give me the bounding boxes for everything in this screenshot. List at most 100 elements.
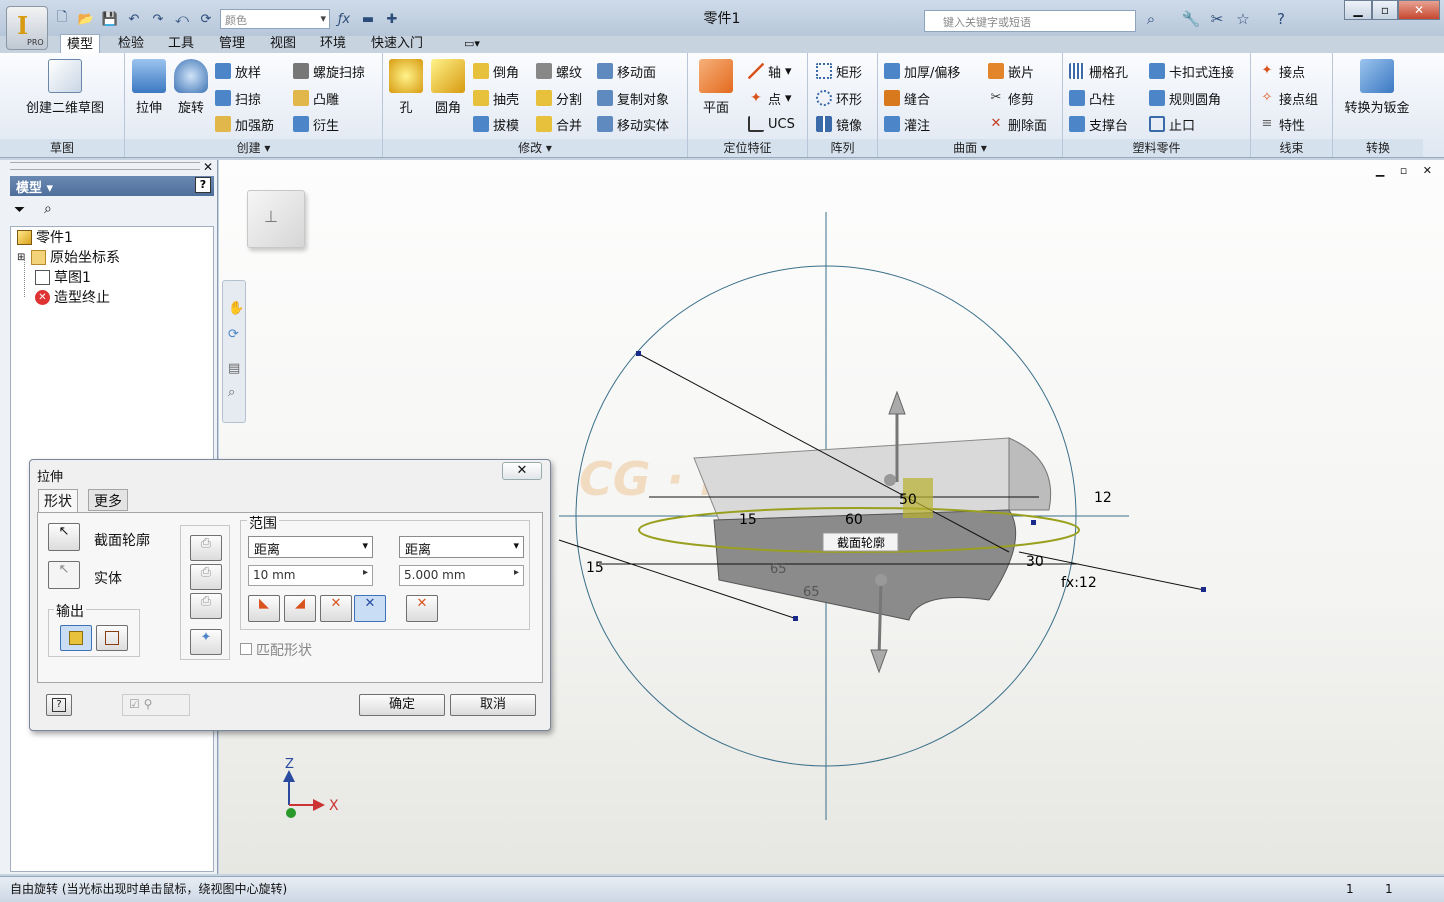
favorites-icon[interactable]: ☆	[1232, 10, 1254, 30]
rest-button[interactable]: 支撑台	[1069, 114, 1128, 134]
plane-button[interactable]: 平面	[694, 59, 738, 116]
ok-button[interactable]: 确定	[359, 694, 445, 716]
find-icon[interactable]: ⌕	[44, 201, 52, 217]
tree-item-end-of-part[interactable]: ✕ 造型终止	[35, 287, 110, 307]
grip-point[interactable]	[1031, 520, 1036, 525]
point-button[interactable]: ✦ 点 ▾	[748, 88, 791, 108]
grip-point[interactable]	[1201, 587, 1206, 592]
patch-button[interactable]: 灌注	[884, 114, 930, 134]
minimize-button[interactable]: ▁	[1344, 0, 1372, 20]
tab-more[interactable]: 更多	[88, 489, 128, 511]
grip-point[interactable]	[793, 616, 798, 621]
help-icon[interactable]: ?	[1270, 10, 1292, 30]
tab-getting-started[interactable]: 快速入门	[365, 34, 429, 54]
ribbon-options-icon[interactable]: ▭▾	[458, 34, 486, 54]
grill-button[interactable]: 栅格孔	[1069, 61, 1128, 81]
distance-input[interactable]: 10 mm	[248, 565, 373, 586]
draft-button[interactable]: 拔模	[473, 114, 519, 134]
extents-type-dropdown[interactable]: 距离	[248, 536, 373, 558]
sweep-button[interactable]: 扫掠	[215, 88, 261, 108]
new-solid-button[interactable]: ✦	[190, 629, 222, 655]
axis-button[interactable]: 轴 ▾	[748, 61, 792, 81]
tree-item-origin[interactable]: ⊞ 原始坐标系	[17, 247, 120, 267]
hole-button[interactable]: 孔	[385, 59, 427, 116]
shell-button[interactable]: 抽壳	[473, 88, 519, 108]
asymmetric-button[interactable]: ✕	[354, 595, 386, 622]
convert-to-sheet-metal-button[interactable]: 转换为钣金	[1335, 59, 1419, 116]
output-surface-button[interactable]	[96, 625, 128, 651]
arrow-head-down-icon[interactable]	[870, 649, 888, 674]
direction-2-button[interactable]: ◢	[284, 595, 316, 622]
mirror-button[interactable]: 镜像	[816, 114, 862, 134]
delete-face-button[interactable]: ✕ 删除面	[988, 114, 1047, 134]
loft-button[interactable]: 放样	[215, 61, 261, 81]
browser-close-icon[interactable]: ✕	[203, 160, 213, 174]
browser-header[interactable]: 模型 ▾?	[10, 176, 214, 196]
tab-tools[interactable]: 工具	[162, 34, 200, 54]
harness-point-button[interactable]: ✦ 接点	[1259, 61, 1305, 81]
stitch-button[interactable]: 缝合	[884, 88, 930, 108]
panel-label-modify[interactable]: 修改 ▾	[383, 139, 687, 157]
thread-button[interactable]: 螺纹	[536, 61, 582, 81]
maximize-button[interactable]: ▫	[1372, 0, 1398, 20]
application-menu-button[interactable]: I PRO	[6, 6, 48, 50]
profile-select-button[interactable]: ↖	[48, 523, 80, 551]
intersect-button[interactable]: ⎙	[190, 593, 222, 619]
subscription-icon[interactable]: ✂	[1206, 10, 1228, 30]
join-button[interactable]: ⎙	[190, 535, 222, 561]
output-solid-button[interactable]	[60, 625, 92, 651]
coil-button[interactable]: 螺旋扫掠	[293, 61, 365, 81]
sculpt-button[interactable]: 嵌片	[988, 61, 1034, 81]
tab-view[interactable]: 视图	[264, 34, 302, 54]
boss-button[interactable]: 凸柱	[1069, 88, 1115, 108]
tree-item-part[interactable]: 零件1	[17, 227, 73, 247]
snap-fit-button[interactable]: 卡扣式连接	[1149, 61, 1234, 81]
match-shape-checkbox[interactable]	[240, 643, 252, 655]
panel-label-surface[interactable]: 曲面 ▾	[878, 139, 1062, 157]
cancel-button[interactable]: 取消	[450, 694, 536, 716]
extrude-arrow-down[interactable]	[877, 581, 883, 659]
grip-point[interactable]	[636, 351, 641, 356]
rib-button[interactable]: 加强筋	[215, 114, 274, 134]
arrow-head-up-icon[interactable]	[888, 390, 906, 415]
lip-button[interactable]: 止口	[1149, 114, 1195, 134]
drag-handle-down[interactable]	[875, 574, 887, 586]
flip-direction-button[interactable]: ✕	[406, 595, 438, 622]
tools-icon[interactable]: 🔧	[1180, 10, 1202, 30]
preview-toggle[interactable]: ☑ ⚲	[122, 694, 190, 716]
revolve-button[interactable]: 旋转	[171, 59, 211, 116]
tree-item-sketch[interactable]: 草图1	[35, 267, 91, 287]
part-lower-surface[interactable]	[713, 509, 1017, 621]
distance-input-2[interactable]: 5.000 mm	[399, 565, 524, 586]
browser-help-icon[interactable]: ?	[195, 177, 211, 193]
rule-fillet-button[interactable]: 规则圆角	[1149, 88, 1221, 108]
panel-grip[interactable]	[10, 162, 200, 170]
cut-button[interactable]: ⎙	[190, 564, 222, 590]
create-2d-sketch-button[interactable]: 创建二维草图	[20, 59, 110, 116]
search-input[interactable]: 键入关键字或短语	[924, 10, 1136, 32]
tab-shape[interactable]: 形状	[38, 489, 78, 513]
harness-property-button[interactable]: ≡ 特性	[1259, 114, 1305, 134]
tab-model[interactable]: 模型	[60, 34, 101, 54]
extrude-button[interactable]: 拉伸	[129, 59, 169, 116]
extents-type-dropdown-2[interactable]: 距离	[399, 536, 524, 558]
ucs-button[interactable]: UCS	[748, 114, 795, 134]
combine-button[interactable]: 合并	[536, 114, 582, 134]
close-button[interactable]: ✕	[1398, 0, 1440, 20]
dialog-help-button[interactable]: ?	[46, 694, 72, 716]
symmetric-button[interactable]: ✕	[320, 595, 352, 622]
panel-label-create[interactable]: 创建 ▾	[125, 139, 382, 157]
split-button[interactable]: 分割	[536, 88, 582, 108]
tab-manage[interactable]: 管理	[213, 34, 251, 54]
fillet-button[interactable]: 圆角	[427, 59, 469, 116]
emboss-button[interactable]: 凸雕	[293, 88, 339, 108]
derive-button[interactable]: 衍生	[293, 114, 339, 134]
harness-group-button[interactable]: ✧ 接点组	[1259, 88, 1318, 108]
thicken-button[interactable]: 加厚/偏移	[884, 61, 960, 81]
dialog-close-button[interactable]: ✕	[502, 462, 542, 480]
circ-pattern-button[interactable]: 环形	[816, 88, 862, 108]
solid-select-button[interactable]: ↖	[48, 561, 80, 589]
move-body-button[interactable]: 移动实体	[597, 114, 669, 134]
filter-icon[interactable]: ⏷	[14, 202, 25, 218]
copy-object-button[interactable]: 复制对象	[597, 88, 669, 108]
